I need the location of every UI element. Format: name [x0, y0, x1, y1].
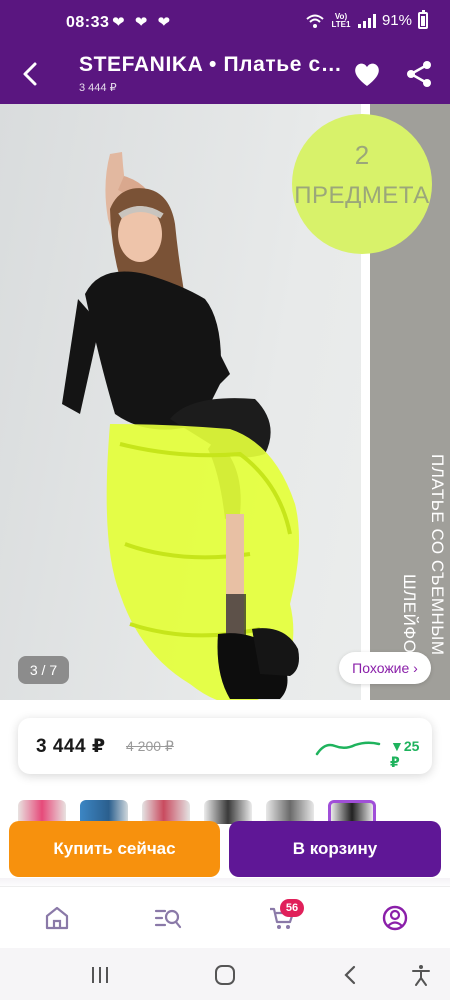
- notification-icons: ❤ ❤ ❤: [112, 14, 174, 31]
- image-counter: 3 / 7: [18, 656, 69, 684]
- battery-icon: [418, 10, 428, 29]
- network-label: Vo) LTE1: [331, 11, 351, 29]
- system-navigation: [0, 948, 450, 1000]
- catalog-search-icon[interactable]: [153, 903, 183, 933]
- status-bar: 08:33 ❤ ❤ ❤ Vo) LTE1 91%: [0, 0, 450, 44]
- recent-apps-icon[interactable]: [88, 963, 112, 987]
- signal-icon: [357, 13, 376, 28]
- promo-count: 2: [354, 140, 370, 170]
- favorite-heart-icon[interactable]: [351, 58, 383, 90]
- back-arrow-icon[interactable]: [14, 58, 46, 90]
- add-to-cart-button[interactable]: В корзину: [229, 821, 441, 877]
- product-photo-carousel[interactable]: 2 ПРЕДМЕТА ПЛАТЬЕ СО СЪЕМНЫМ ШЛЕЙФОМ 3 /…: [0, 104, 450, 700]
- cart-badge: 56: [280, 899, 304, 917]
- header-price: 3 444 ₽: [79, 82, 117, 94]
- old-price: 4 200 ₽: [126, 738, 174, 754]
- buy-now-button[interactable]: Купить сейчас: [9, 821, 220, 877]
- status-time: 08:33: [66, 14, 110, 31]
- similar-button[interactable]: Похожие ›: [339, 652, 431, 684]
- battery-percent: 91%: [381, 12, 412, 29]
- profile-icon[interactable]: [380, 903, 410, 933]
- accessibility-icon[interactable]: [409, 963, 433, 987]
- home-button-icon[interactable]: [213, 963, 237, 987]
- app-header: STEFANIKA • Платье с ... 3 444 ₽: [0, 44, 450, 104]
- system-back-icon[interactable]: [339, 963, 363, 987]
- current-price: 3 444 ₽: [36, 736, 106, 757]
- product-page: 08:33 ❤ ❤ ❤ Vo) LTE1 91% STEFANIKA • Пла…: [0, 0, 450, 1000]
- share-icon[interactable]: [403, 58, 435, 90]
- home-icon[interactable]: [42, 903, 72, 933]
- bottom-navigation: 56: [0, 886, 450, 948]
- price-change: ▼25 ₽: [390, 738, 420, 770]
- status-indicators: Vo) LTE1 91%: [306, 10, 428, 29]
- product-title: STEFANIKA • Платье с ...: [79, 53, 345, 76]
- price-trend-icon: [315, 741, 381, 756]
- promo-badge: 2 ПРЕДМЕТА: [292, 114, 432, 254]
- price-card[interactable]: 3 444 ₽ 4 200 ₽ ▼25 ₽: [18, 718, 432, 774]
- side-caption-line1: ПЛАТЬЕ СО СЪЕМНЫМ: [428, 454, 447, 655]
- promo-label: ПРЕДМЕТА: [294, 182, 430, 209]
- wifi-icon: [306, 14, 324, 28]
